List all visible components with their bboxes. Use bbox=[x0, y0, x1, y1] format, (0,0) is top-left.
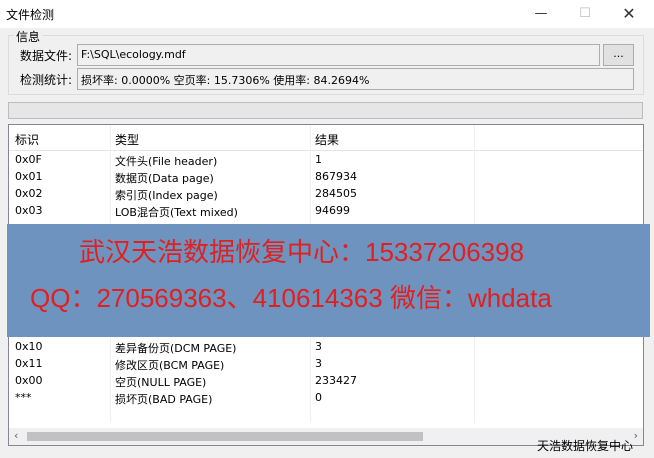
browse-button[interactable]: ... bbox=[603, 44, 634, 66]
stats-field: 损坏率: 0.0000% 空页率: 15.7306% 使用率: 84.2694% bbox=[77, 68, 634, 90]
row-type: 差异备份页(DCM PAGE) bbox=[115, 342, 237, 355]
watermark-line-2: QQ：270569363、410614363 微信：whdata bbox=[30, 283, 552, 313]
row-result: 0 bbox=[315, 391, 322, 404]
stats-label: 检测统计: bbox=[20, 73, 73, 87]
row-result: 867934 bbox=[315, 170, 357, 183]
row-id: 0x10 bbox=[15, 340, 43, 353]
row-id: *** bbox=[15, 391, 32, 404]
row-type: 数据页(Data page) bbox=[115, 172, 214, 185]
progress-bar bbox=[8, 102, 643, 119]
data-file-label: 数据文件: bbox=[20, 49, 73, 63]
data-file-field[interactable]: F:\SQL\ecology.mdf bbox=[77, 44, 600, 66]
maximize-icon[interactable]: ☐ bbox=[562, 0, 608, 28]
row-type: 文件头(File header) bbox=[115, 155, 218, 168]
row-result: 1 bbox=[315, 153, 322, 166]
column-header-type[interactable]: 类型 bbox=[115, 131, 139, 148]
column-header-id[interactable]: 标识 bbox=[15, 131, 39, 148]
row-result: 233427 bbox=[315, 374, 357, 387]
table-row[interactable]: 0x11 修改区页(BCM PAGE) 3 bbox=[9, 355, 643, 372]
table-row[interactable]: 0x10 差异备份页(DCM PAGE) 3 bbox=[9, 338, 643, 355]
table-row[interactable]: 0x02 索引页(Index page) 284505 bbox=[9, 185, 643, 202]
row-type: 索引页(Index page) bbox=[115, 189, 218, 202]
row-type: 空页(NULL PAGE) bbox=[115, 376, 207, 389]
row-id: 0x00 bbox=[15, 374, 43, 387]
scroll-right-icon[interactable]: › bbox=[634, 429, 638, 442]
row-id: 0x01 bbox=[15, 170, 43, 183]
row-result: 284505 bbox=[315, 187, 357, 200]
column-header-result[interactable]: 结果 bbox=[315, 131, 339, 148]
table-row[interactable]: 0x01 数据页(Data page) 867934 bbox=[9, 168, 643, 185]
row-result: 94699 bbox=[315, 204, 350, 217]
watermark-banner: 武汉天浩数据恢复中心：15337206398 QQ：270569363、4106… bbox=[7, 224, 650, 337]
scroll-left-icon[interactable]: ‹ bbox=[14, 429, 18, 442]
table-header: 标识 类型 结果 bbox=[9, 125, 643, 151]
row-result: 3 bbox=[315, 340, 322, 353]
title-bar: 文件检测 — ☐ ✕ bbox=[0, 0, 654, 29]
footer-caption: 天浩数据恢复中心 bbox=[537, 439, 634, 453]
window-title: 文件检测 bbox=[6, 8, 55, 22]
row-id: 0x02 bbox=[15, 187, 43, 200]
row-id: 0x03 bbox=[15, 204, 43, 217]
close-icon[interactable]: ✕ bbox=[606, 0, 652, 28]
row-type: 损坏页(BAD PAGE) bbox=[115, 393, 213, 406]
table-row[interactable]: 0x00 空页(NULL PAGE) 233427 bbox=[9, 372, 643, 389]
row-result: 3 bbox=[315, 357, 322, 370]
info-group-legend: 信息 bbox=[14, 28, 43, 45]
row-id: 0x11 bbox=[15, 357, 43, 370]
table-row[interactable]: 0x03 LOB混合页(Text mixed) 94699 bbox=[9, 202, 643, 219]
table-row[interactable]: 0x0F 文件头(File header) 1 bbox=[9, 151, 643, 168]
row-type: LOB混合页(Text mixed) bbox=[115, 206, 238, 219]
watermark-line-1: 武汉天浩数据恢复中心：15337206398 bbox=[79, 237, 525, 267]
row-type: 修改区页(BCM PAGE) bbox=[115, 359, 225, 372]
minimize-icon[interactable]: — bbox=[518, 0, 564, 28]
row-id: 0x0F bbox=[15, 153, 42, 166]
table-row[interactable]: *** 损坏页(BAD PAGE) 0 bbox=[9, 389, 643, 406]
scroll-thumb[interactable] bbox=[27, 432, 423, 441]
